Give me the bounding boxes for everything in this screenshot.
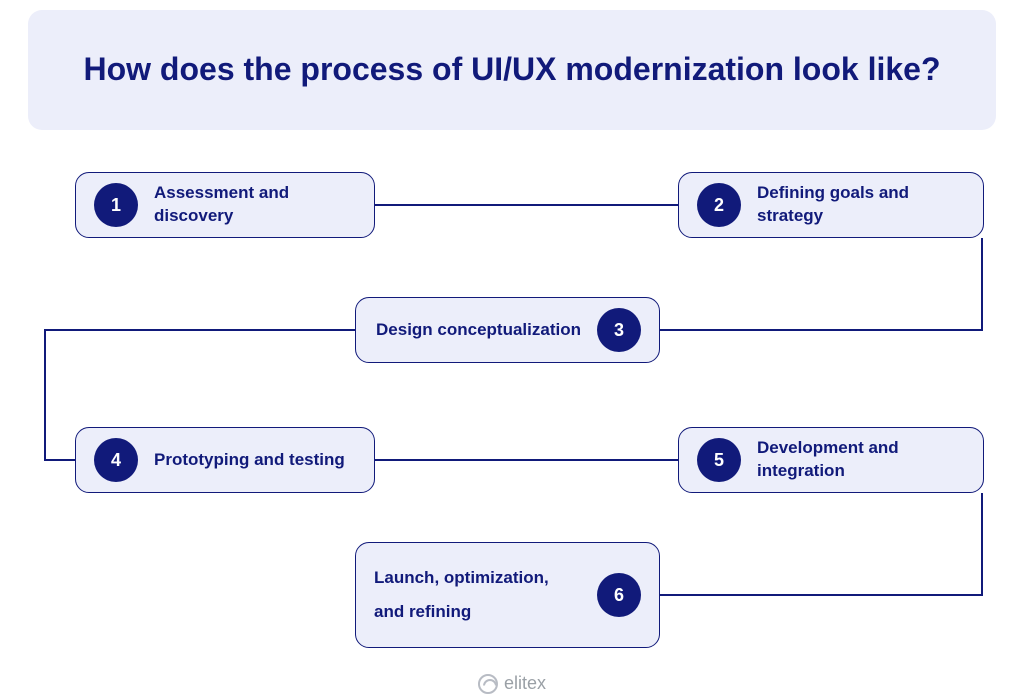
step-2-label: Defining goals and strategy	[757, 182, 965, 228]
brand-logo-icon	[478, 674, 498, 694]
step-6-label: Launch, optimization, and refining	[374, 561, 581, 629]
step-4-number: 4	[94, 438, 138, 482]
brand-footer: elitex	[478, 673, 546, 694]
step-1-label: Assessment and discovery	[154, 182, 356, 228]
step-2-number: 2	[697, 183, 741, 227]
step-3: 3 Design conceptualization	[355, 297, 660, 363]
step-5: 5 Development and integration	[678, 427, 984, 493]
step-3-label: Design conceptualization	[376, 319, 581, 342]
step-4-label: Prototyping and testing	[154, 449, 345, 472]
step-1: 1 Assessment and discovery	[75, 172, 375, 238]
step-3-number: 3	[597, 308, 641, 352]
step-2: 2 Defining goals and strategy	[678, 172, 984, 238]
step-4: 4 Prototyping and testing	[75, 427, 375, 493]
step-6-number: 6	[597, 573, 641, 617]
step-5-number: 5	[697, 438, 741, 482]
title-banner: How does the process of UI/UX modernizat…	[28, 10, 996, 130]
step-6: 6 Launch, optimization, and refining	[355, 542, 660, 648]
page-title: How does the process of UI/UX modernizat…	[83, 49, 940, 91]
brand-name: elitex	[504, 673, 546, 694]
step-5-label: Development and integration	[757, 437, 965, 483]
step-1-number: 1	[94, 183, 138, 227]
